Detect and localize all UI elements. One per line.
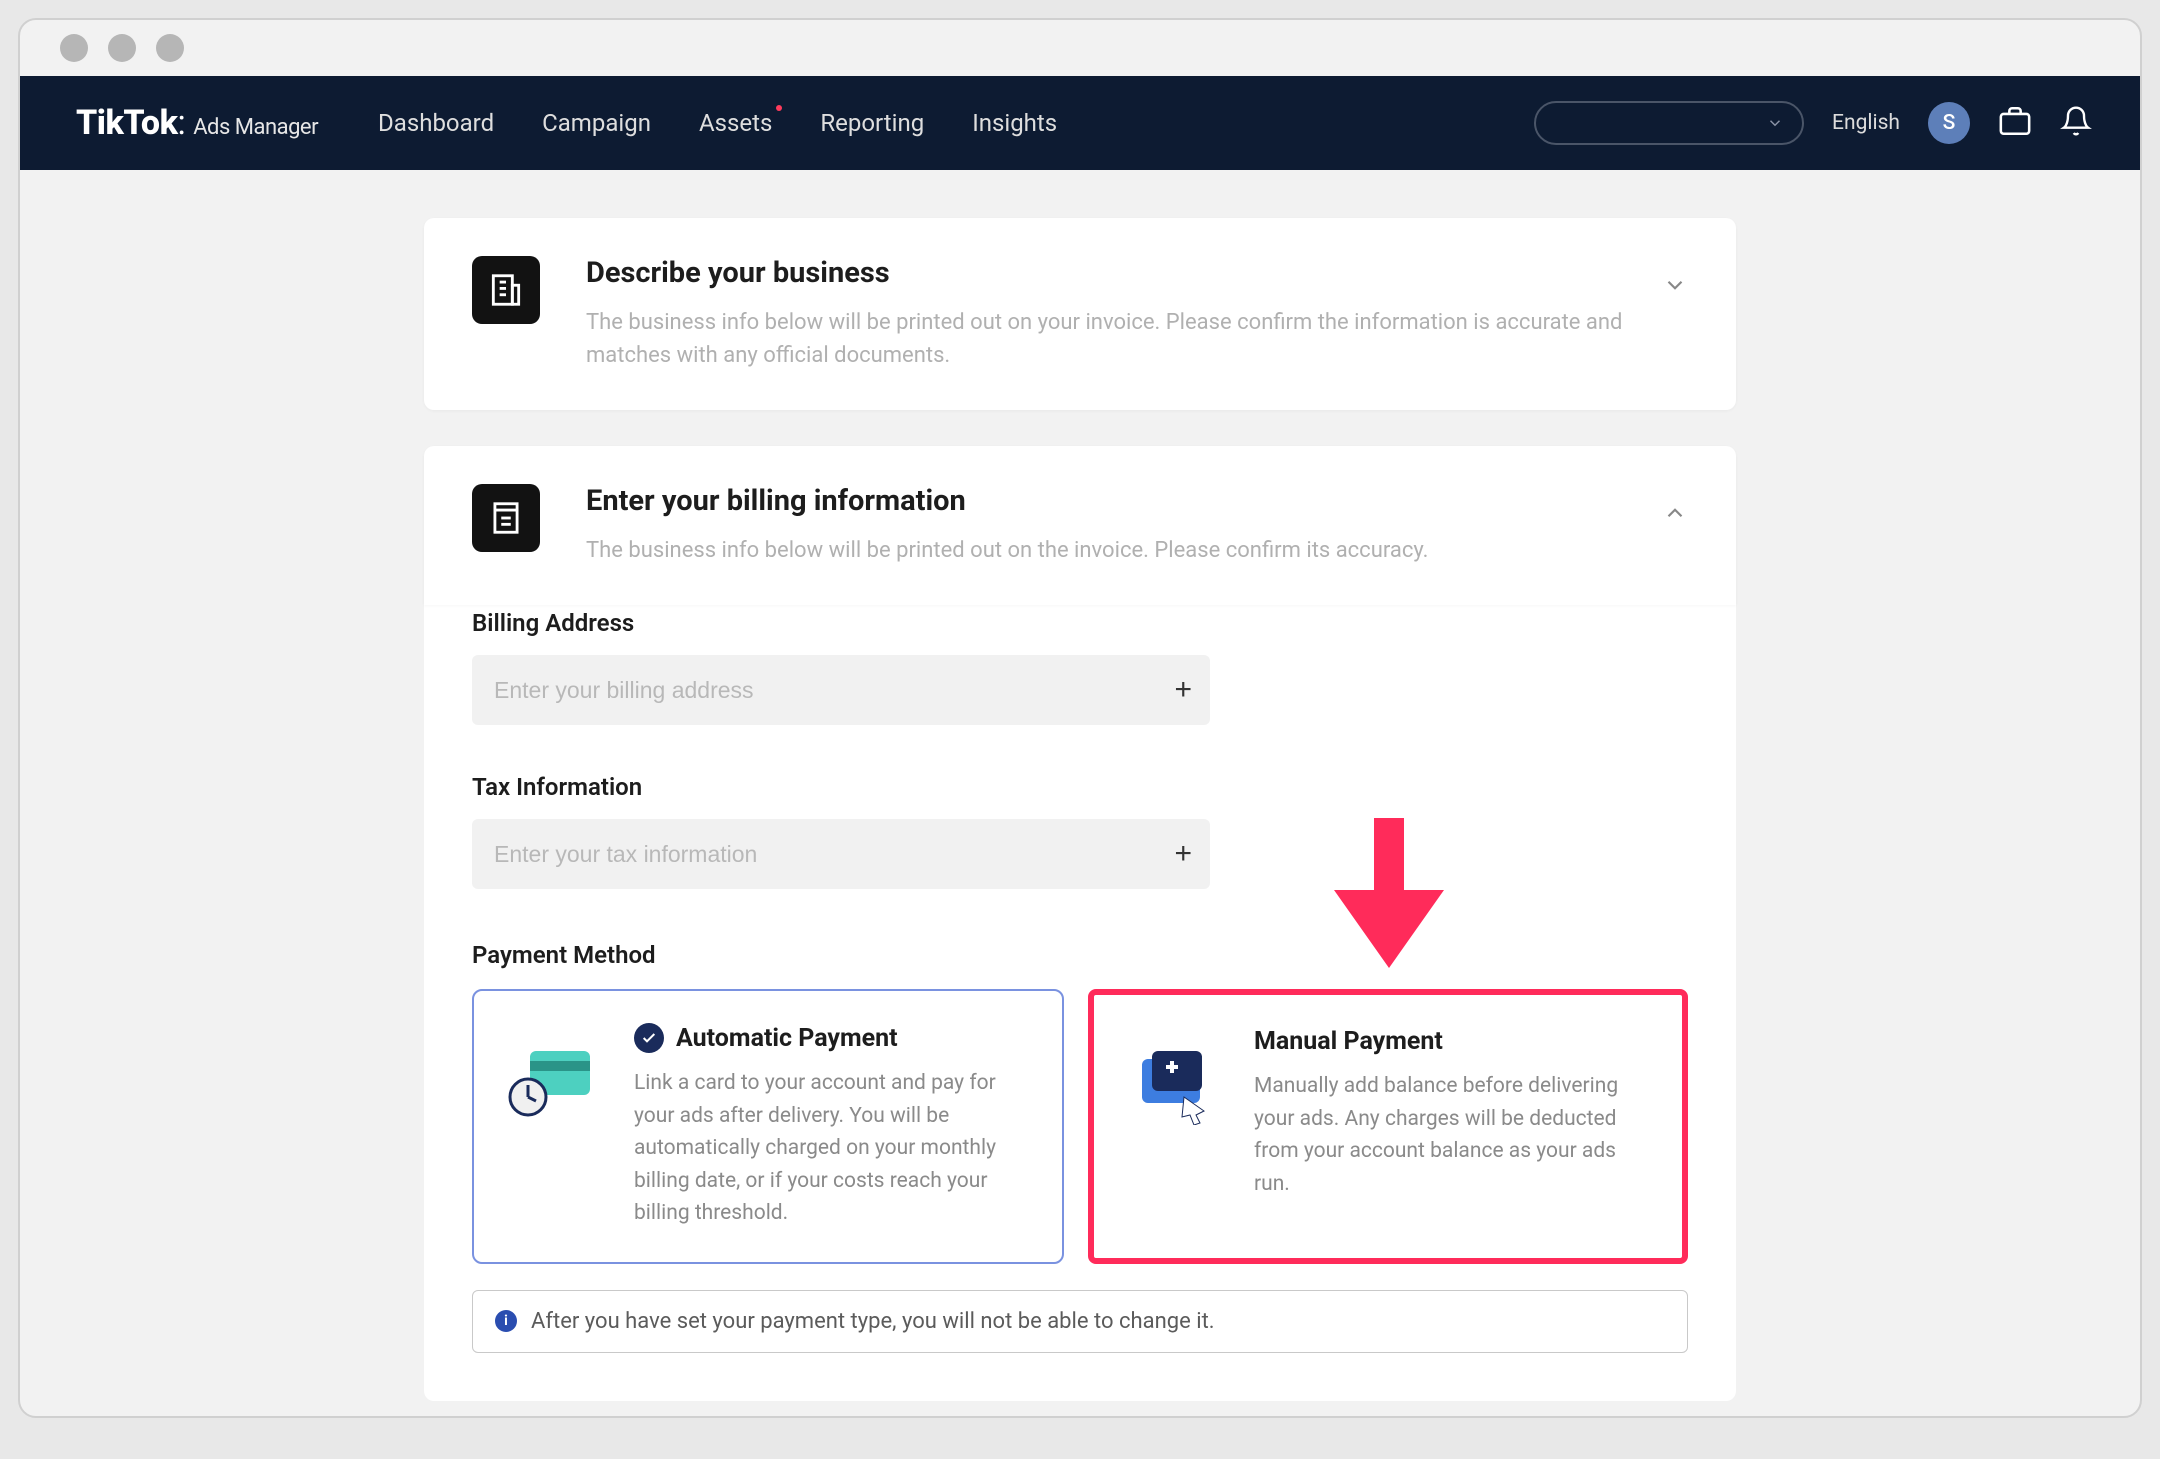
brand-suffix: Ads Manager [193, 115, 318, 140]
info-text: After you have set your payment type, yo… [531, 1309, 1215, 1334]
building-icon [472, 256, 540, 324]
app-header: TikTok: Ads Manager Dashboard Campaign A… [20, 76, 2140, 170]
chevron-up-icon[interactable] [1662, 500, 1688, 530]
payment-option-manual[interactable]: Manual Payment Manually add balance befo… [1088, 989, 1688, 1264]
payment-manual-desc: Manually add balance before delivering y… [1254, 1070, 1646, 1200]
account-selector[interactable] [1534, 101, 1804, 145]
main-nav: Dashboard Campaign Assets Reporting Insi… [378, 109, 1057, 137]
brand-logo: TikTok: Ads Manager [76, 103, 318, 143]
payment-auto-title: Automatic Payment [676, 1024, 898, 1053]
main-content: Describe your business The business info… [20, 170, 2140, 1418]
card-desc: The business info below will be printed … [586, 534, 1428, 567]
header-right: English S [1534, 101, 2092, 145]
nav-dashboard[interactable]: Dashboard [378, 109, 494, 137]
payment-auto-desc: Link a card to your account and pay for … [634, 1067, 1026, 1230]
tax-info-label: Tax Information [472, 773, 1688, 801]
add-tax-info-button[interactable]: + [1174, 837, 1192, 871]
billing-address-label: Billing Address [472, 609, 1688, 637]
card-title: Enter your billing information [586, 484, 1428, 518]
language-selector[interactable]: English [1832, 111, 1900, 135]
nav-reporting[interactable]: Reporting [820, 109, 924, 137]
billing-form: Billing Address + Tax Information + Paym… [424, 569, 1736, 1401]
payment-method-label: Payment Method [472, 941, 1688, 969]
window-chrome [20, 20, 2140, 76]
add-billing-address-button[interactable]: + [1174, 673, 1192, 707]
bell-icon[interactable] [2060, 105, 2092, 141]
tax-info-input[interactable] [472, 819, 1210, 889]
card-clock-icon [502, 1041, 610, 1121]
briefcase-icon[interactable] [1998, 104, 2032, 142]
window-dot-minimize[interactable] [108, 34, 136, 62]
card-desc: The business info below will be printed … [586, 306, 1626, 372]
window-dot-close[interactable] [60, 34, 88, 62]
payment-manual-title: Manual Payment [1254, 1027, 1443, 1056]
info-icon: i [495, 1310, 517, 1332]
card-describe-business[interactable]: Describe your business The business info… [424, 218, 1736, 410]
nav-insights[interactable]: Insights [972, 109, 1057, 137]
browser-window: TikTok: Ads Manager Dashboard Campaign A… [18, 18, 2142, 1418]
billing-address-input[interactable] [472, 655, 1210, 725]
chevron-down-icon [1766, 114, 1784, 132]
payment-info-notice: i After you have set your payment type, … [472, 1290, 1688, 1353]
card-title: Describe your business [586, 256, 1626, 290]
notification-dot-icon [776, 105, 782, 111]
window-dot-maximize[interactable] [156, 34, 184, 62]
checkmark-icon [634, 1023, 664, 1053]
user-avatar[interactable]: S [1928, 102, 1970, 144]
chevron-down-icon[interactable] [1662, 272, 1688, 302]
brand-name: TikTok [76, 103, 177, 143]
nav-assets[interactable]: Assets [699, 109, 772, 137]
wallet-plus-icon [1122, 1045, 1230, 1125]
card-billing-info: Enter your billing information The busin… [424, 446, 1736, 605]
payment-option-automatic[interactable]: Automatic Payment Link a card to your ac… [472, 989, 1064, 1264]
nav-campaign[interactable]: Campaign [542, 109, 651, 137]
receipt-icon [472, 484, 540, 552]
